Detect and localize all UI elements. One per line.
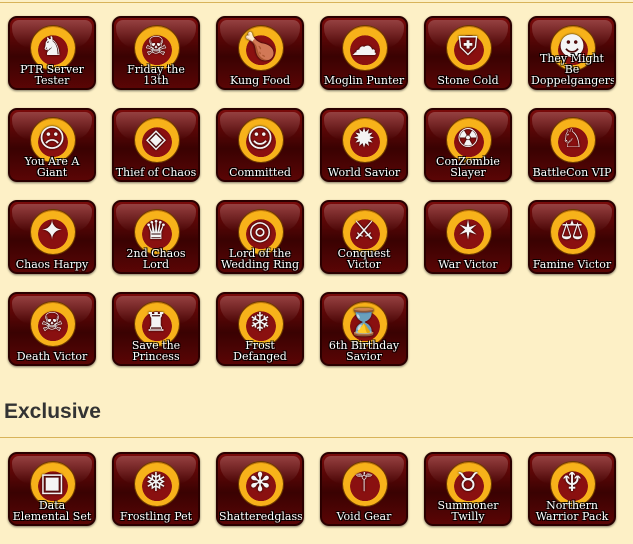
badge[interactable]: ⌛ 6th Birthday Savior (320, 292, 408, 366)
skull-13-icon: ☠ (144, 32, 168, 62)
badge[interactable]: ♘ BattleCon VIP (528, 108, 616, 182)
badge[interactable]: 🍗 Kung Food (216, 16, 304, 90)
dragon-head-icon: ♜ (144, 308, 168, 338)
harpy-icon: ✦ (41, 216, 63, 246)
badge[interactable]: ☠ Death Victor (8, 292, 96, 366)
dark-beast-icon: ✹ (353, 124, 375, 154)
top-divider (0, 2, 633, 3)
badge-label: Summoner Twilly (437, 499, 499, 523)
hourglass-maiden-icon: ⌛ (347, 308, 381, 338)
badge[interactable]: ✹ World Savior (320, 108, 408, 182)
frostling-pet-icon: ❅ (145, 468, 167, 498)
horned-helm-icon: ⛨ (458, 32, 478, 62)
robot-knight-icon: ♞ (40, 32, 64, 62)
badge[interactable]: ✦ Chaos Harpy (8, 200, 96, 274)
badge-label: Committed (229, 166, 291, 179)
ice-warrior-icon: ♆ (560, 468, 584, 498)
badge-label: Data Elemental Set (12, 499, 92, 523)
moglin-cloud-icon: ☁ (351, 32, 377, 62)
badge-label: Stone Cold (437, 74, 499, 87)
badge-label: Northern Warrior Pack (535, 499, 609, 523)
badge[interactable]: ☁ Moglin Punter (320, 16, 408, 90)
badge-label: Lord of the Wedding Ring (220, 247, 300, 271)
badge-label: 6th Birthday Savior (328, 339, 400, 363)
badge[interactable]: ☻ They Might Be Doppelgangers! (528, 16, 616, 90)
badge-label: Conquest Victor (337, 247, 391, 271)
badge-label: Shatteredglass (219, 510, 303, 523)
chaos-gems-icon: ◈ (146, 124, 166, 154)
badge[interactable]: ❅ Frostling Pet (112, 452, 200, 526)
badge[interactable]: ☢ ConZombie Slayer (424, 108, 512, 182)
badge[interactable]: ❄ Frost Defanged (216, 292, 304, 366)
exclusive-heading: Exclusive (4, 400, 101, 423)
chaos-lord-icon: ♛ (144, 216, 168, 246)
badge-label: Frostling Pet (119, 510, 193, 523)
badge[interactable]: ☺ Committed (216, 108, 304, 182)
badge-label: You Are A Giant (24, 155, 80, 179)
twilly-icon: ♉ (456, 468, 480, 498)
badge[interactable]: ☹ You Are A Giant (8, 108, 96, 182)
badge[interactable]: ✶ War Victor (424, 200, 512, 274)
badge[interactable]: ♜ Save the Princess (112, 292, 200, 366)
frost-dragon-icon: ❄ (249, 308, 271, 338)
badge-label: Famine Victor (532, 258, 612, 271)
badge-label: World Savior (327, 166, 401, 179)
scales-icon: ⚖ (560, 216, 584, 246)
wedding-ring-icon: ◎ (248, 216, 272, 246)
badge[interactable]: ⚔ Conquest Victor (320, 200, 408, 274)
badge-label: Moglin Punter (323, 74, 405, 87)
badge[interactable]: ☠ Friday the 13th (112, 16, 200, 90)
reaper-icon: ☠ (40, 308, 64, 338)
badge[interactable]: ⚚ Void Gear (320, 452, 408, 526)
badge-label: Void Gear (336, 510, 392, 523)
badge[interactable]: ⛨ Stone Cold (424, 16, 512, 90)
badge-label: Thief of Chaos (115, 166, 197, 179)
zombie-head-icon: ☢ (456, 124, 480, 154)
badge[interactable]: ✻ Shatteredglass (216, 452, 304, 526)
badge[interactable]: ♉ Summoner Twilly (424, 452, 512, 526)
crossed-swords-icon: ⚔ (352, 216, 376, 246)
badge-label: War Victor (438, 258, 498, 271)
badge-label: They Might Be Doppelgangers! (531, 52, 616, 87)
badge-label: 2nd Chaos Lord (126, 247, 186, 271)
unicorn-icon: ♘ (560, 124, 584, 154)
badge[interactable]: ◎ Lord of the Wedding Ring (216, 200, 304, 274)
snowflake-icon: ✻ (249, 468, 271, 498)
data-elemental-icon: ▣ (39, 468, 65, 498)
war-mask-icon: ✶ (457, 216, 479, 246)
void-blade-icon: ⚚ (352, 468, 376, 498)
badge-label: Save the Princess (131, 339, 181, 363)
badge-label: Death Victor (16, 350, 88, 363)
girl-portrait-icon: ☺ (246, 124, 274, 154)
badge[interactable]: ◈ Thief of Chaos (112, 108, 200, 182)
badge[interactable]: ♛ 2nd Chaos Lord (112, 200, 200, 274)
badge-label: Frost Defanged (233, 339, 287, 363)
badge-label: ConZombie Slayer (436, 155, 500, 179)
badge-label: PTR Server Tester (20, 63, 84, 87)
badge-label: BattleCon VIP (532, 166, 612, 179)
badge[interactable]: ⚖ Famine Victor (528, 200, 616, 274)
badge[interactable]: ▣ Data Elemental Set (8, 452, 96, 526)
badge-label: Kung Food (229, 74, 290, 87)
exclusive-divider (0, 437, 633, 438)
roast-turkey-icon: 🍗 (243, 32, 277, 62)
badge-label: Friday the 13th (127, 63, 185, 87)
giant-face-icon: ☹ (38, 124, 66, 154)
badge-label: Chaos Harpy (15, 258, 89, 271)
badge[interactable]: ♞ PTR Server Tester (8, 16, 96, 90)
badge[interactable]: ♆ Northern Warrior Pack (528, 452, 616, 526)
